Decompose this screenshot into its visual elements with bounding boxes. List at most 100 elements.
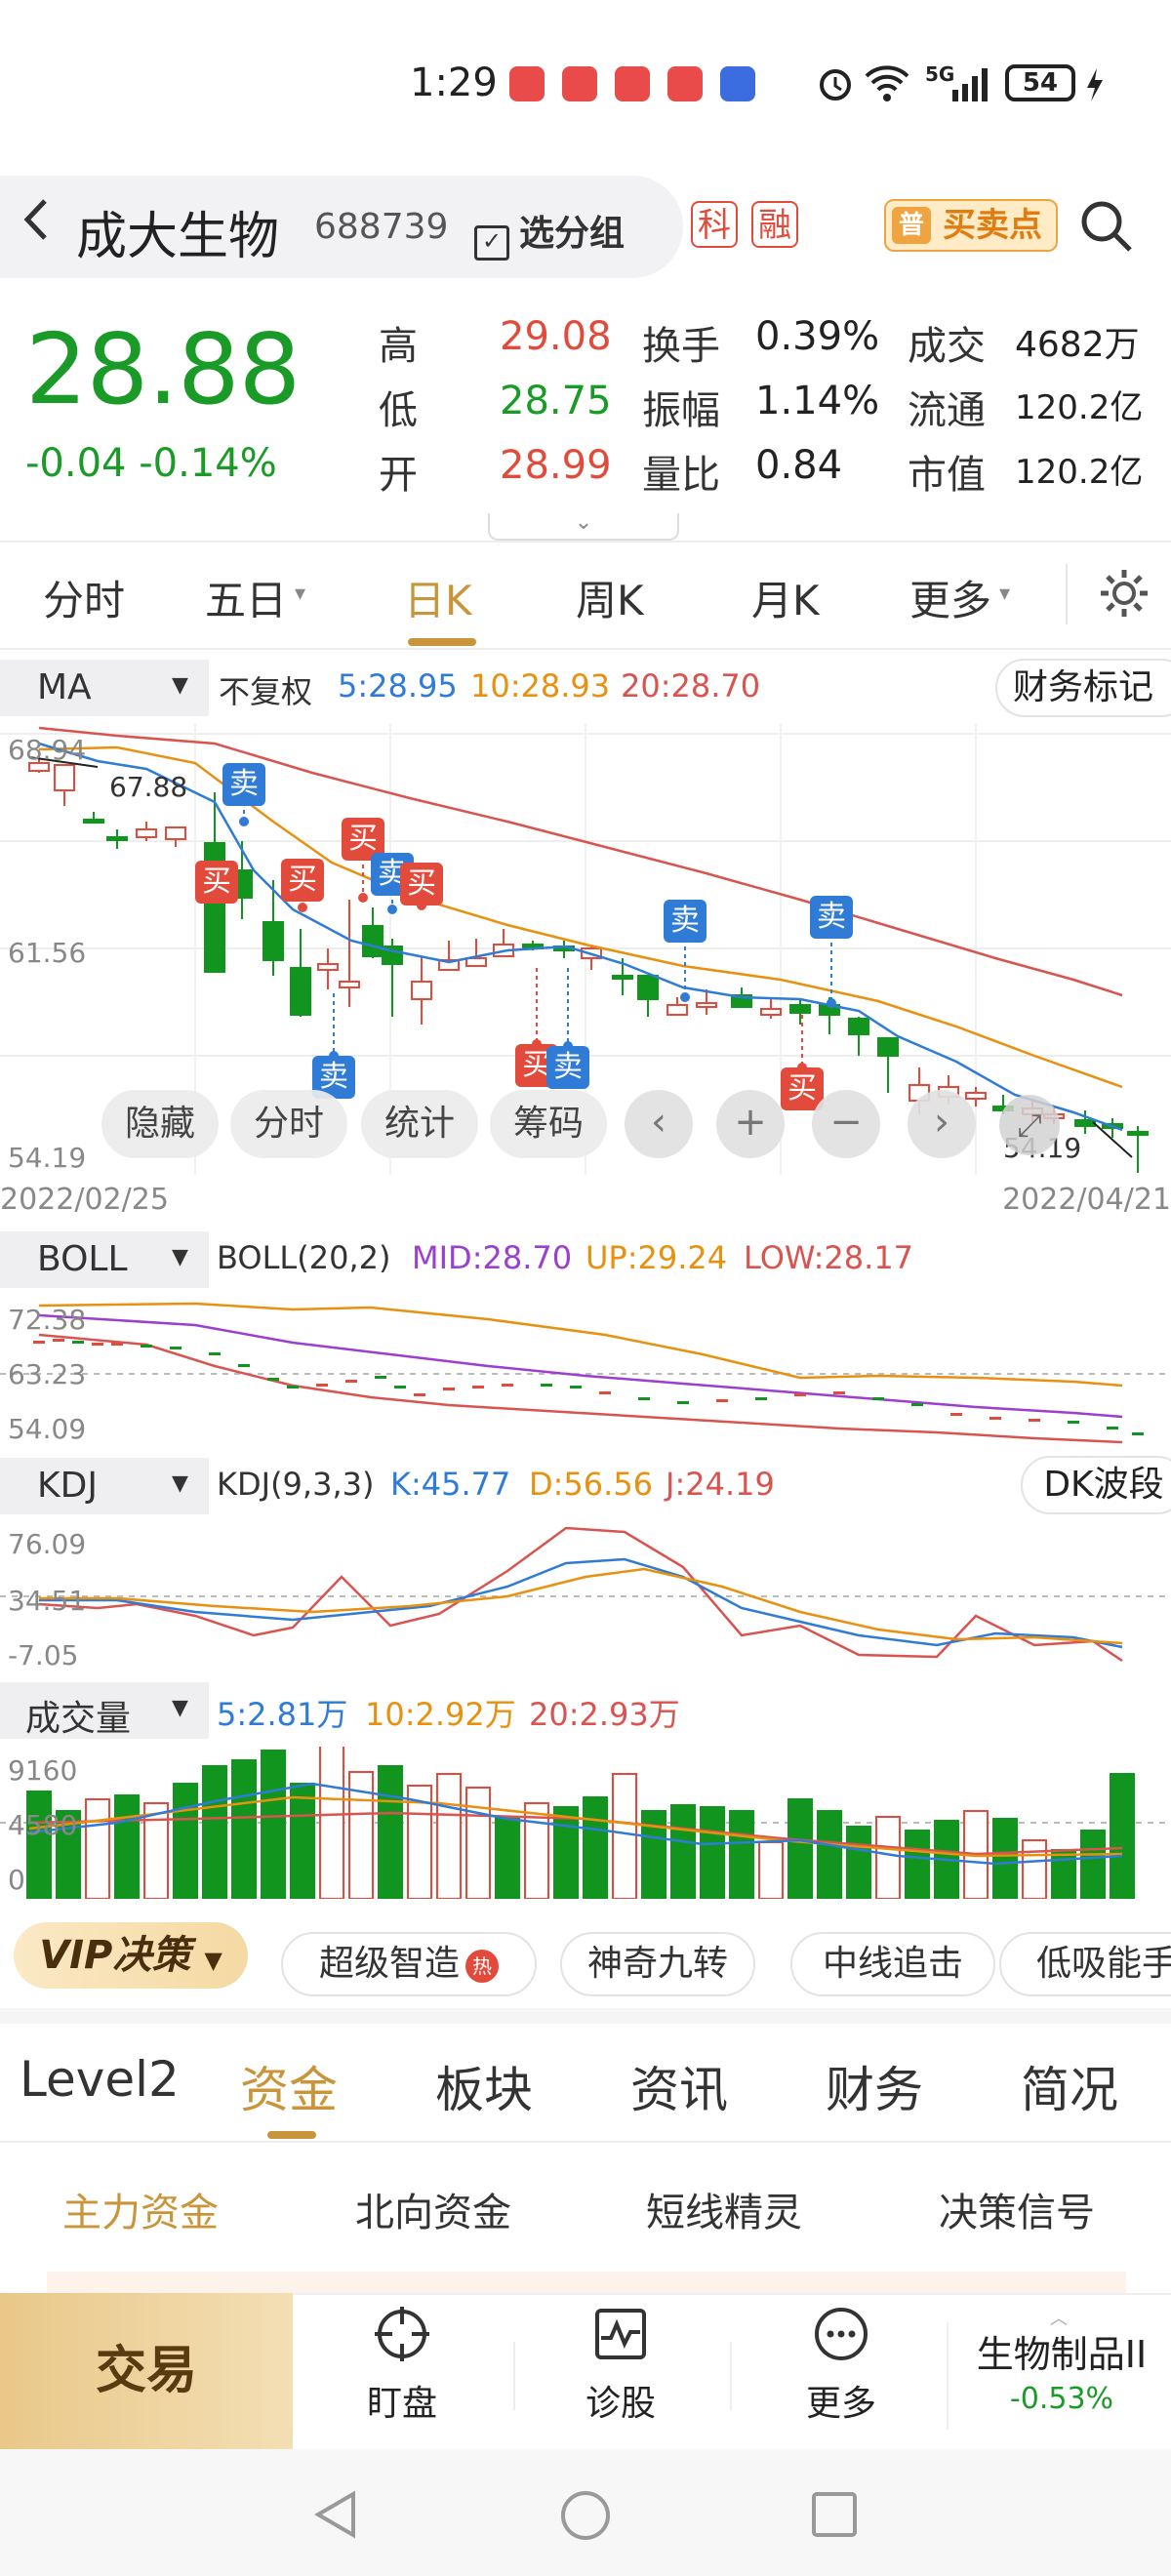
detail-tab-3[interactable]: 资讯 xyxy=(630,2051,728,2121)
tab-wuri[interactable]: 五日 xyxy=(205,568,287,627)
expand-fullscreen-button[interactable]: ⤢ xyxy=(999,1095,1060,1155)
ma-indicator-select[interactable]: MA ▼ xyxy=(0,660,209,716)
home-circle-icon[interactable] xyxy=(558,2488,613,2543)
back-button[interactable] xyxy=(20,195,53,256)
chart-btn-stats[interactable]: 统计 xyxy=(361,1090,478,1158)
buy-marker[interactable]: 买 xyxy=(195,861,238,904)
tab-zhouk[interactable]: 周K xyxy=(576,568,644,627)
volume-bar xyxy=(465,1787,491,1899)
kdj-y-bottom: -7.05 xyxy=(8,1639,79,1671)
finance-mark-button[interactable]: 财务标记 xyxy=(995,659,1171,717)
kdj-d: D:56.56 xyxy=(529,1466,654,1503)
expand-quote-button[interactable]: ⌄ xyxy=(488,512,679,541)
chart-btn-hide[interactable]: 隐藏 xyxy=(101,1090,219,1158)
boll-title: BOLL(20,2) xyxy=(217,1239,391,1276)
buy-sell-point-button[interactable]: 普买卖点 xyxy=(884,199,1058,252)
marker-dot xyxy=(298,903,307,912)
wifi-icon xyxy=(865,65,909,101)
sub-tab-1[interactable]: 北向资金 xyxy=(355,2181,511,2237)
trade-button[interactable]: 交易 xyxy=(0,2293,293,2449)
boll-candle xyxy=(989,1417,1001,1420)
pill-label: 中线追击 xyxy=(822,1944,963,1984)
divider xyxy=(0,541,1171,543)
divider xyxy=(0,648,1171,650)
tab-fenshi[interactable]: 分时 xyxy=(43,568,125,627)
detail-tab-5[interactable]: 简况 xyxy=(1021,2051,1118,2121)
boll-y-top: 72.38 xyxy=(8,1304,87,1336)
search-button[interactable] xyxy=(1077,197,1136,260)
boll-y-mid: 63.23 xyxy=(8,1358,87,1390)
tab-rik[interactable]: 日K xyxy=(404,568,472,627)
sub-tab-0[interactable]: 主力资金 xyxy=(62,2181,219,2237)
more-button[interactable]: 更多 xyxy=(773,2305,909,2426)
triangle-down-icon: ▾ xyxy=(295,582,306,606)
back-triangle-icon[interactable] xyxy=(310,2488,359,2541)
boll-up: UP:29.24 xyxy=(586,1239,728,1276)
detail-tab-4[interactable]: 财务 xyxy=(826,2051,923,2121)
tab-more[interactable]: 更多 xyxy=(909,568,991,627)
book-app-icon xyxy=(667,66,703,101)
price-change: -0.04 -0.14% xyxy=(25,441,277,486)
scroll-left-button[interactable]: ‹ xyxy=(625,1090,693,1158)
strategy-pill-2[interactable]: 神奇九转 xyxy=(560,1932,755,1996)
sell-marker[interactable]: 卖 xyxy=(546,1046,589,1089)
recents-square-icon[interactable] xyxy=(810,2490,859,2539)
boll-candle xyxy=(755,1397,767,1400)
buy-marker[interactable]: 买 xyxy=(400,863,443,906)
strategy-pill-4[interactable]: 低吸能手 xyxy=(999,1932,1171,1996)
diagnose-button[interactable]: 诊股 xyxy=(552,2305,689,2426)
active-tab-indicator xyxy=(408,638,476,646)
pill-label: 超级智造 xyxy=(318,1944,460,1984)
hot-badge: 热 xyxy=(465,1950,499,1983)
marker-dot xyxy=(827,998,836,1008)
boll-indicator-select[interactable]: BOLL ▼ xyxy=(0,1231,209,1288)
candle-body xyxy=(290,967,311,1016)
detail-tab-2[interactable]: 板块 xyxy=(435,2051,533,2121)
buy-marker[interactable]: 买 xyxy=(281,859,324,902)
vip-decision-button[interactable]: VIP决策 ▼ xyxy=(14,1922,248,1989)
watch-button[interactable]: 盯盘 xyxy=(334,2305,470,2426)
boll-candle xyxy=(794,1393,806,1396)
candle-body xyxy=(165,826,186,840)
volume-bar xyxy=(173,1783,198,1899)
volume-bar xyxy=(436,1773,462,1899)
triangle-down-icon: ▼ xyxy=(172,1696,188,1720)
chart-btn-fenshi[interactable]: 分时 xyxy=(230,1090,347,1158)
volume-bar xyxy=(817,1810,842,1899)
sell-marker[interactable]: 卖 xyxy=(810,896,853,939)
sell-marker[interactable]: 卖 xyxy=(222,763,265,806)
quote-label: 换手 xyxy=(642,324,720,369)
volume-bar xyxy=(846,1826,871,1899)
kdj-indicator-select[interactable]: KDJ ▼ xyxy=(0,1458,209,1514)
sub-tab-2[interactable]: 短线精灵 xyxy=(646,2181,802,2237)
app-notification-icon xyxy=(509,66,545,101)
quote-label: 低 xyxy=(379,388,418,433)
zoom-out-button[interactable]: − xyxy=(812,1090,880,1158)
detail-tab-1[interactable]: 资金 xyxy=(240,2051,338,2121)
tab-yuek[interactable]: 月K xyxy=(751,568,820,627)
sub-tab-3[interactable]: 决策信号 xyxy=(939,2181,1095,2237)
chart-btn-chips[interactable]: 筹码 xyxy=(490,1090,607,1158)
chart-settings-button[interactable] xyxy=(1097,566,1151,624)
adjust-type[interactable]: 不复权 xyxy=(219,667,312,712)
marker-dot xyxy=(680,992,690,1002)
volume-indicator-select[interactable]: 成交量 ▼ xyxy=(0,1682,209,1739)
scroll-right-button[interactable]: › xyxy=(908,1090,976,1158)
dk-wave-button[interactable]: DK波段 xyxy=(1021,1456,1171,1514)
detail-tab-0[interactable]: Level2 xyxy=(20,2051,180,2108)
strategy-pill-1[interactable]: 超级智造热 xyxy=(281,1932,537,1996)
vol-y-bottom: 0 xyxy=(8,1864,25,1896)
candle-body xyxy=(339,981,360,988)
strategy-pill-3[interactable]: 中线追击 xyxy=(790,1932,995,1996)
candle-body xyxy=(696,1002,717,1008)
sell-marker[interactable]: 卖 xyxy=(664,900,707,943)
boll-candle xyxy=(950,1413,962,1416)
select-group-button[interactable]: ✓ 选分组 xyxy=(474,205,625,261)
candle-body xyxy=(54,764,75,791)
sector-ticker[interactable]: 生物制品II -0.53% xyxy=(964,2324,1159,2416)
volume-bar xyxy=(1051,1849,1076,1899)
candle-body xyxy=(83,819,104,824)
kdj-title: KDJ(9,3,3) xyxy=(217,1466,375,1503)
zoom-in-button[interactable]: + xyxy=(716,1090,785,1158)
divider xyxy=(947,2322,949,2430)
